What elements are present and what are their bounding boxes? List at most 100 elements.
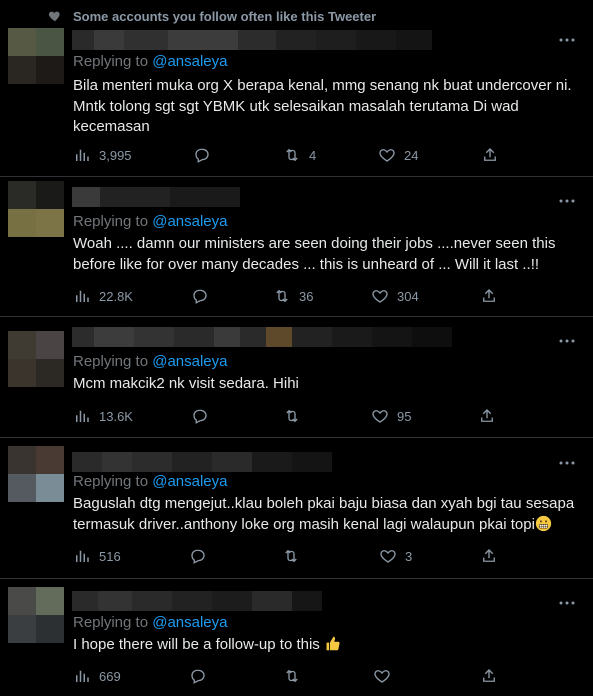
replying-to: Replying to @ansaleya xyxy=(73,473,228,490)
retweet-button[interactable]: 4 xyxy=(283,146,316,164)
more-icon[interactable] xyxy=(559,35,575,45)
user-name-blurred[interactable] xyxy=(72,452,332,472)
views-button[interactable]: 516 xyxy=(73,547,121,565)
views-button[interactable]: 669 xyxy=(73,667,121,685)
share-button[interactable] xyxy=(480,667,498,685)
reply-button[interactable] xyxy=(191,287,209,305)
like-button[interactable]: 95 xyxy=(371,407,411,425)
replying-to: Replying to @ansaleya xyxy=(73,614,228,631)
replying-label: Replying to xyxy=(73,614,149,631)
like-icon xyxy=(372,410,388,423)
replying-label: Replying to xyxy=(73,353,149,370)
more-icon[interactable] xyxy=(559,458,575,468)
reply-button[interactable] xyxy=(193,146,211,164)
tweet-actions: 516 3 xyxy=(73,547,553,567)
views-button[interactable]: 22.8K xyxy=(73,287,133,305)
reply-icon xyxy=(191,549,205,564)
like-count: 24 xyxy=(404,147,419,163)
more-icon[interactable] xyxy=(559,196,575,206)
reply-handle-link[interactable]: @ansaleya xyxy=(152,473,227,490)
share-button[interactable] xyxy=(478,407,496,425)
like-count: 95 xyxy=(397,408,412,424)
reply-button[interactable] xyxy=(189,547,207,565)
reply-button[interactable] xyxy=(189,667,207,685)
retweet-count: 4 xyxy=(309,147,317,163)
like-count: 304 xyxy=(397,288,419,304)
like-button[interactable]: 24 xyxy=(378,146,418,164)
reply-handle-link[interactable]: @ansaleya xyxy=(152,614,227,631)
like-icon xyxy=(379,149,395,162)
user-name-blurred[interactable] xyxy=(72,30,432,50)
tweet-text-line: termasuk driver..anthony loke org masih … xyxy=(73,515,578,536)
avatar[interactable] xyxy=(8,331,64,387)
avatar[interactable] xyxy=(8,587,64,643)
reply-handle-link[interactable]: @ansaleya xyxy=(152,353,227,370)
tweet-actions: 3,995 4 24 xyxy=(73,146,553,166)
replying-label: Replying to xyxy=(73,53,149,70)
like-count: 3 xyxy=(405,548,413,564)
views-button[interactable]: 3,995 xyxy=(73,146,132,164)
reply-icon xyxy=(193,409,207,424)
retweet-button[interactable] xyxy=(283,407,309,425)
tweet[interactable]: Replying to @ansaleya Bila menteri muka … xyxy=(0,24,593,177)
retweet-button[interactable]: 36 xyxy=(273,287,313,305)
views-count: 22.8K xyxy=(99,288,133,304)
retweet-count: 36 xyxy=(299,288,314,304)
social-context-text: Some accounts you follow often like this… xyxy=(73,9,377,24)
share-button[interactable] xyxy=(480,287,498,305)
tweet-text: Baguslah dtg mengejut..klau boleh pkai b… xyxy=(73,494,578,535)
tweet-text-line: Baguslah dtg mengejut..klau boleh pkai b… xyxy=(73,495,575,512)
like-icon xyxy=(374,670,390,683)
like-button[interactable]: 3 xyxy=(379,547,412,565)
share-button[interactable] xyxy=(480,547,498,565)
grin-emoji xyxy=(535,515,552,531)
tweet[interactable]: Replying to @ansaleya Mcm makcik2 nk vis… xyxy=(0,317,593,438)
like-button[interactable]: 304 xyxy=(371,287,419,305)
avatar[interactable] xyxy=(8,181,64,237)
tweet-text-line: I hope there will be a follow-up to this xyxy=(73,635,578,656)
tweet[interactable]: Replying to @ansaleya Woah .... damn our… xyxy=(0,177,593,317)
user-name-blurred[interactable] xyxy=(72,187,240,207)
replying-to: Replying to @ansaleya xyxy=(73,353,228,370)
views-icon xyxy=(76,550,89,562)
share-icon xyxy=(483,289,495,302)
tweet-text: Mcm makcik2 nk visit sedara. Hihi xyxy=(73,374,578,395)
avatar[interactable] xyxy=(8,28,64,84)
reply-handle-link[interactable]: @ansaleya xyxy=(152,53,227,70)
retweet-icon xyxy=(286,409,298,423)
tweet-actions: 669 xyxy=(73,667,553,687)
avatar[interactable] xyxy=(8,446,64,502)
share-button[interactable] xyxy=(481,146,499,164)
tweet[interactable]: Replying to @ansaleya Baguslah dtg menge… xyxy=(0,438,593,579)
tweet-text-line: Bila menteri muka org X berapa kenal, mm… xyxy=(73,77,572,94)
reply-icon xyxy=(195,148,209,163)
views-count: 669 xyxy=(99,668,121,684)
tweet[interactable]: Replying to @ansaleya I hope there will … xyxy=(0,579,593,696)
retweet-button[interactable] xyxy=(282,547,308,565)
user-name-blurred[interactable] xyxy=(72,327,452,347)
heart-icon xyxy=(48,11,60,22)
tweet-text: Bila menteri muka org X berapa kenal, mm… xyxy=(73,76,578,138)
retweet-icon xyxy=(285,549,297,563)
views-count: 13.6K xyxy=(99,408,133,424)
retweet-icon xyxy=(286,669,298,683)
views-icon xyxy=(76,410,89,422)
replying-to: Replying to @ansaleya xyxy=(73,53,228,70)
share-icon xyxy=(483,669,495,682)
tweet-text-span: termasuk driver..anthony loke org masih … xyxy=(73,515,535,533)
retweet-button[interactable] xyxy=(283,667,309,685)
like-icon xyxy=(380,550,396,563)
replying-to: Replying to @ansaleya xyxy=(73,213,228,230)
user-name-blurred[interactable] xyxy=(72,591,322,611)
tweet-actions: 22.8K 36 304 xyxy=(73,287,553,307)
views-button[interactable]: 13.6K xyxy=(73,407,133,425)
replying-label: Replying to xyxy=(73,473,149,490)
reply-handle-link[interactable]: @ansaleya xyxy=(152,213,227,230)
views-count: 3,995 xyxy=(99,147,132,163)
more-icon[interactable] xyxy=(559,598,575,608)
replying-label: Replying to xyxy=(73,213,149,230)
reply-icon xyxy=(191,669,205,684)
like-button[interactable] xyxy=(373,667,399,685)
more-icon[interactable] xyxy=(559,336,575,346)
reply-button[interactable] xyxy=(191,407,209,425)
